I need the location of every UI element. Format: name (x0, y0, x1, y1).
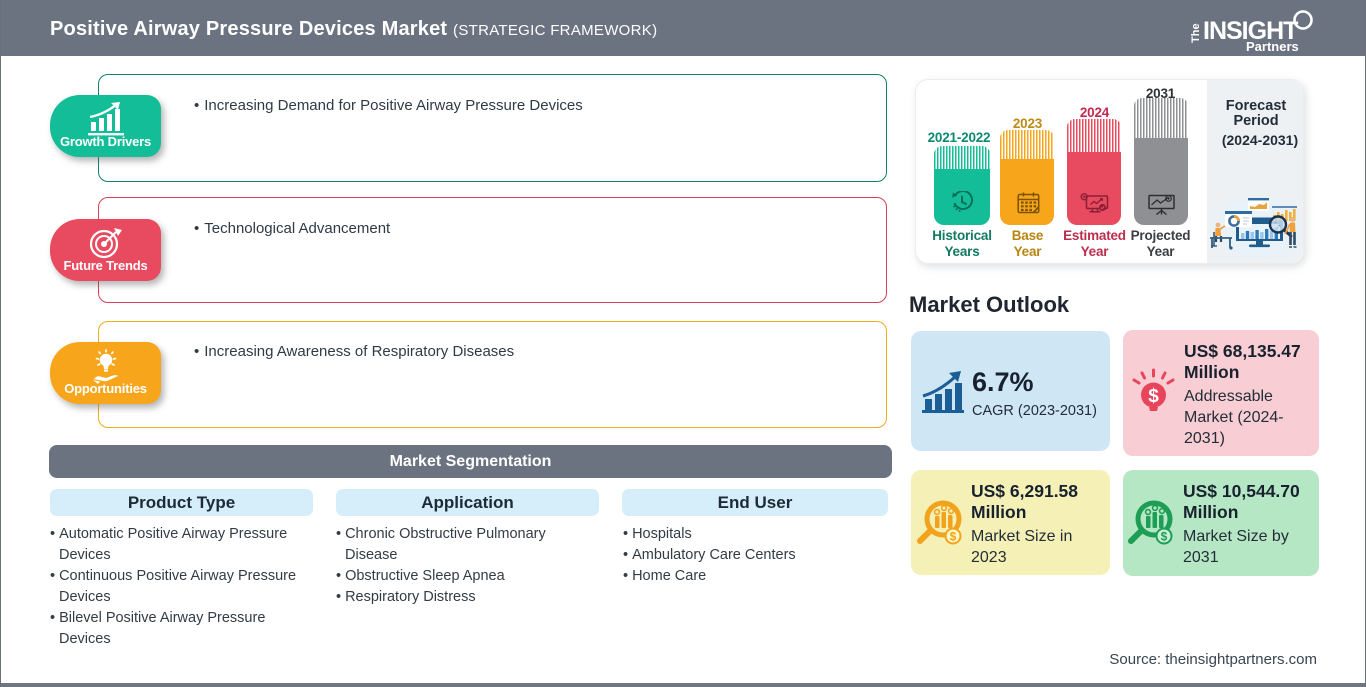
svg-text:Partners: Partners (1246, 39, 1299, 52)
svg-text:$: $ (1148, 386, 1159, 407)
svg-text:$: $ (1161, 530, 1168, 544)
svg-text:The: The (1191, 23, 1202, 43)
svg-text:$: $ (950, 530, 957, 544)
